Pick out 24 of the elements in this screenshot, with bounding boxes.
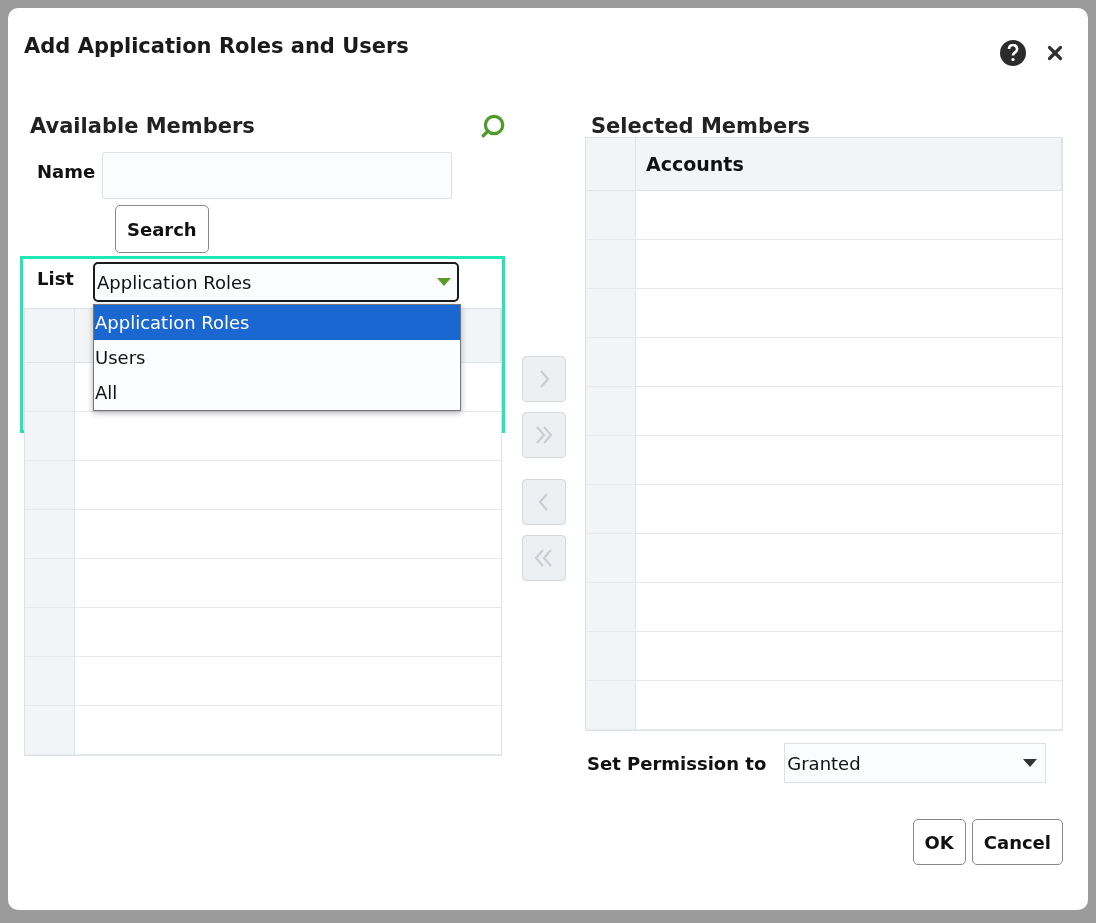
double-chevron-right-icon xyxy=(534,426,553,444)
list-dropdown[interactable]: Application Roles xyxy=(93,262,459,302)
dropdown-option[interactable]: All xyxy=(94,375,460,410)
cancel-button[interactable]: Cancel xyxy=(971,819,1063,865)
search-icon[interactable] xyxy=(480,113,506,139)
dropdown-option[interactable]: Users xyxy=(94,340,460,375)
chevron-left-icon xyxy=(538,493,549,511)
dropdown-arrow-icon xyxy=(1023,759,1038,767)
field-label: Set Permission to xyxy=(586,752,767,774)
dropdown-option[interactable]: Application Roles xyxy=(94,305,460,340)
field-label: Name xyxy=(36,161,97,182)
column-header: Accounts xyxy=(636,138,1062,191)
help-icon[interactable] xyxy=(1000,40,1026,66)
dialog-title: Add Application Roles and Users xyxy=(24,34,409,58)
field-label: List xyxy=(36,268,75,289)
chevron-right-icon xyxy=(538,370,549,388)
panel-heading: Available Members xyxy=(30,114,255,138)
name-field[interactable] xyxy=(102,152,452,199)
ok-button[interactable]: OK xyxy=(912,819,966,865)
search-button[interactable]: Search xyxy=(115,205,209,253)
double-chevron-left-icon xyxy=(534,549,553,567)
panel-heading: Selected Members xyxy=(591,114,811,138)
permission-dropdown[interactable]: Granted xyxy=(784,743,1047,783)
dropdown-arrow-icon xyxy=(437,278,451,286)
